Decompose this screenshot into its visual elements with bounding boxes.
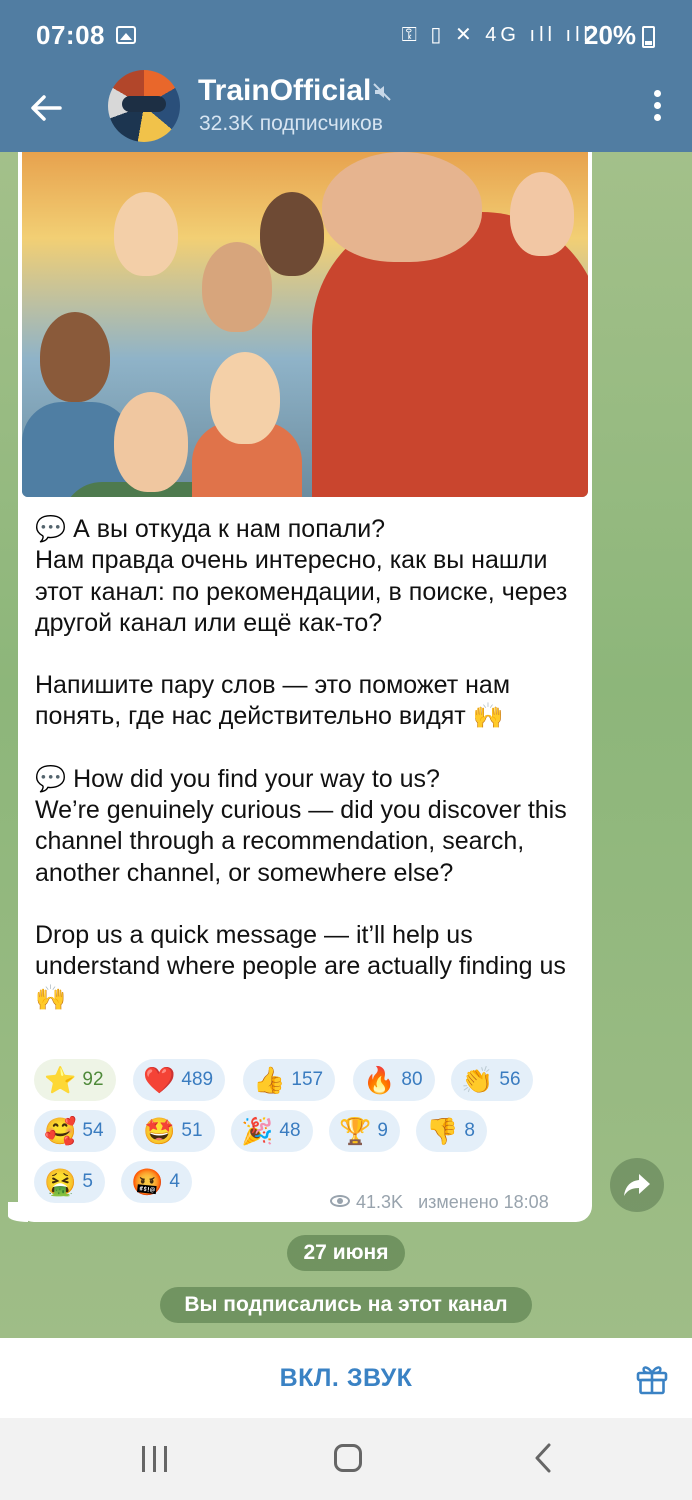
message-paragraph: Напишите пару слов — это поможет нам пон…: [35, 671, 511, 731]
reaction-heart[interactable]: ❤️ 489: [133, 1059, 226, 1101]
views-eye-icon: [330, 1195, 350, 1208]
home-icon[interactable]: [334, 1444, 362, 1472]
trophy-icon: 🏆: [339, 1116, 372, 1146]
message-text: 💬 А вы откуда к нам попали? Нам правда о…: [35, 514, 575, 1045]
status-icons: ⚿ ▯ ✕ 4G ıll ıll: [401, 24, 592, 46]
reaction-count: 48: [279, 1120, 301, 1141]
star-icon: ⭐: [44, 1065, 77, 1095]
unmute-button[interactable]: ВКЛ. ЗВУК: [0, 1338, 692, 1418]
system-nav-bar: [0, 1418, 692, 1500]
reaction-count: 54: [82, 1120, 104, 1141]
reaction-count: 157: [291, 1069, 324, 1090]
message-paragraph: Drop us a quick message — it’ll help us …: [35, 920, 566, 1012]
reaction-vomit[interactable]: 🤮 5: [34, 1161, 105, 1203]
cursing-face-icon: 🤬: [131, 1167, 164, 1197]
subscriber-count: 32.3K подписчиков: [199, 112, 383, 135]
smiling-hearts-icon: 🥰: [44, 1116, 77, 1146]
message-paragraph: 💬 How did you find your way to us? We’re…: [35, 764, 567, 887]
battery-level: 20%: [584, 20, 637, 50]
vomiting-face-icon: 🤮: [44, 1167, 77, 1197]
share-arrow-icon: [624, 1174, 650, 1196]
reaction-cursing[interactable]: 🤬 4: [121, 1161, 192, 1203]
reaction-count: 5: [82, 1171, 93, 1192]
reaction-count: 8: [464, 1120, 475, 1141]
reaction-count: 489: [181, 1069, 214, 1090]
post-image[interactable]: [22, 152, 588, 497]
status-bar: 07:08 ⚿ ▯ ✕ 4G ıll ıll 20%: [0, 0, 692, 70]
nav-back-icon[interactable]: [530, 1442, 558, 1474]
back-arrow-icon[interactable]: [26, 88, 66, 128]
reaction-count: 9: [377, 1120, 388, 1141]
forward-button[interactable]: [610, 1158, 664, 1212]
reaction-trophy[interactable]: 🏆 9: [329, 1110, 400, 1152]
heart-icon: ❤️: [143, 1065, 176, 1095]
reaction-star[interactable]: ⭐ 92: [34, 1059, 116, 1101]
reaction-count: 80: [401, 1069, 423, 1090]
reaction-party[interactable]: 🎉 48: [231, 1110, 313, 1152]
reaction-smiling-hearts[interactable]: 🥰 54: [34, 1110, 116, 1152]
recent-apps-icon[interactable]: [142, 1444, 168, 1474]
reaction-star-struck[interactable]: 🤩 51: [133, 1110, 215, 1152]
thumbs-down-icon: 👎: [426, 1116, 459, 1146]
clap-icon: 👏: [461, 1065, 494, 1095]
battery-icon: [642, 26, 655, 48]
reaction-count: 51: [181, 1120, 203, 1141]
reaction-thumbs-down[interactable]: 👎 8: [416, 1110, 487, 1152]
chat-header: TrainOfficial 32.3K подписчиков: [0, 70, 692, 152]
party-popper-icon: 🎉: [241, 1116, 274, 1146]
reaction-count: 92: [82, 1069, 104, 1090]
channel-avatar[interactable]: [108, 70, 180, 142]
channel-title[interactable]: TrainOfficial: [198, 74, 371, 108]
thumbs-up-icon: 👍: [253, 1065, 286, 1095]
message-meta: 41.3K изменено 18:08: [330, 1192, 549, 1213]
view-count: 41.3K: [356, 1192, 404, 1212]
more-options-icon[interactable]: [652, 90, 662, 124]
fire-icon: 🔥: [363, 1065, 396, 1095]
reaction-count: 4: [169, 1171, 180, 1192]
gallery-notification-icon: [116, 26, 136, 44]
status-time: 07:08: [36, 20, 105, 50]
date-separator: 27 июня: [287, 1235, 405, 1271]
gift-icon[interactable]: [634, 1360, 670, 1396]
bottom-bar: ВКЛ. ЗВУК: [0, 1338, 692, 1418]
reaction-count: 56: [499, 1069, 521, 1090]
reaction-clap[interactable]: 👏 56: [451, 1059, 533, 1101]
muted-icon: [373, 83, 391, 101]
reaction-fire[interactable]: 🔥 80: [353, 1059, 435, 1101]
service-message: Вы подписались на этот канал: [160, 1287, 532, 1323]
star-struck-icon: 🤩: [143, 1116, 176, 1146]
reaction-thumbs-up[interactable]: 👍 157: [243, 1059, 336, 1101]
message-paragraph: 💬 А вы откуда к нам попали? Нам правда о…: [35, 515, 568, 637]
edited-timestamp: изменено 18:08: [418, 1192, 549, 1212]
